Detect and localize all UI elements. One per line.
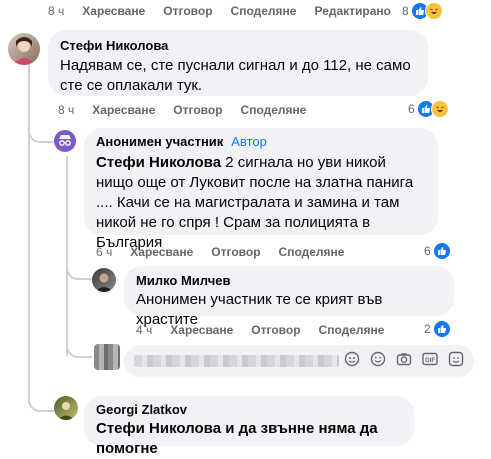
like-button[interactable]: Харесване [170, 323, 233, 337]
current-user-avatar[interactable] [94, 344, 120, 370]
comment-bubble-anonymous: Анонимен участник Автор Стефи Николова 2… [84, 128, 438, 251]
mention-link[interactable]: Стефи Николова [96, 154, 221, 171]
comment-bubble-stefi: Стефи Николова Надявам се, сте пуснали с… [48, 30, 428, 96]
reaction-count: 6 [424, 244, 431, 258]
like-button[interactable]: Харесване [130, 245, 193, 259]
reply-button[interactable]: Отговор [211, 245, 260, 259]
comment-actions-milko: 4 ч Харесване Отговор Споделяне [136, 322, 402, 338]
share-button[interactable]: Споделяне [319, 323, 385, 337]
comment-text: Стефи Николова и да звънне няма да помог… [96, 420, 378, 457]
reactions-summary[interactable]: 6 [408, 100, 449, 118]
comment-actions-anonymous: 6 ч Харесване Отговор Споделяне [96, 244, 362, 260]
svg-text:GIF: GIF [425, 357, 435, 363]
comment-author[interactable]: Анонимен участник [96, 134, 223, 149]
comment-text: Надявам се, сте пуснали сигнал и до 112,… [60, 57, 411, 94]
comment-actions-stefi: 8 ч Харесване Отговор Споделяне [58, 102, 324, 118]
comment-bubble-milko: Милко Милчев Анонимен участник те се кри… [124, 266, 454, 328]
timestamp[interactable]: 8 ч [48, 4, 64, 18]
thread-curve-c4 [28, 380, 54, 412]
timestamp[interactable]: 4 ч [136, 323, 152, 337]
sticker-icon[interactable] [344, 351, 360, 372]
thread-curve-composer [66, 330, 92, 358]
like-reaction-icon [432, 320, 451, 338]
comment-bubble-georgi: Georgi Zlatkov Стефи Николова и да звънн… [84, 396, 414, 457]
timestamp[interactable]: 6 ч [96, 245, 112, 259]
like-reaction-icon [432, 242, 451, 260]
like-button[interactable]: Харесване [82, 4, 145, 18]
camera-icon[interactable] [396, 351, 412, 372]
reaction-count: 6 [408, 102, 415, 116]
author-badge: Автор [231, 134, 267, 149]
reactions-summary[interactable]: 8 [402, 2, 443, 20]
haha-reaction-icon [424, 2, 443, 20]
reply-button[interactable]: Отговор [163, 4, 212, 18]
comment-text: Стефи Николова 2 сигнала но уви никой ни… [96, 153, 426, 253]
reply-button[interactable]: Отговор [251, 323, 300, 337]
thread-curve-c2 [28, 105, 54, 143]
avatar-stefi[interactable] [8, 33, 40, 65]
comment-author[interactable]: Стефи Николова [60, 38, 416, 53]
share-button[interactable]: Споделяне [231, 4, 297, 18]
emoji-frame-icon[interactable] [448, 351, 464, 372]
haha-reaction-icon [430, 100, 449, 118]
reactions-summary[interactable]: 2 [424, 320, 451, 338]
avatar-georgi[interactable] [54, 396, 78, 420]
reply-input-placeholder [134, 355, 339, 367]
share-button[interactable]: Споделяне [241, 103, 307, 117]
like-button[interactable]: Харесване [92, 103, 155, 117]
gif-icon[interactable]: GIF [422, 351, 438, 372]
top-comment-actions: 8 ч Харесване Отговор Споделяне Редактир… [48, 3, 409, 19]
reaction-count: 8 [402, 4, 409, 18]
reply-input-box[interactable]: GIF [124, 345, 474, 377]
reaction-count: 2 [424, 322, 431, 336]
reactions-summary[interactable]: 6 [424, 242, 451, 260]
avatar-milko[interactable] [92, 268, 116, 292]
edited-label: Редактирано [314, 4, 391, 18]
smiley-icon[interactable] [370, 351, 386, 372]
timestamp[interactable]: 8 ч [58, 103, 74, 117]
comment-author[interactable]: Милко Милчев [136, 273, 442, 288]
share-button[interactable]: Споделяне [279, 245, 345, 259]
thread-curve-c3 [66, 250, 92, 280]
anonymous-avatar-icon[interactable] [54, 130, 76, 152]
reply-button[interactable]: Отговор [173, 103, 222, 117]
comment-author[interactable]: Georgi Zlatkov [96, 402, 402, 417]
